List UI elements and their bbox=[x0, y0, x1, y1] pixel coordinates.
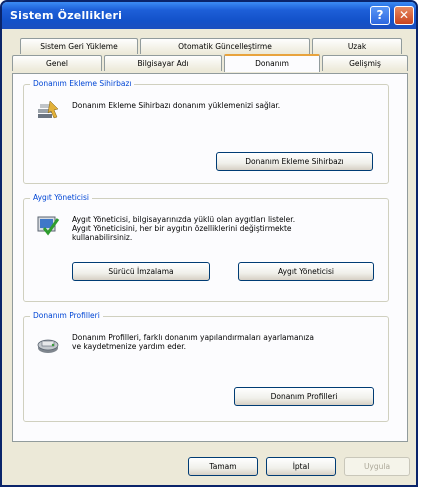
apply-button[interactable]: Uygula bbox=[344, 457, 410, 476]
tab-automatic-updates[interactable]: Otomatik Güncelleştirme bbox=[140, 38, 310, 54]
help-button[interactable]: ? bbox=[370, 6, 390, 25]
tab-hardware[interactable]: Donanım bbox=[224, 54, 320, 72]
tab-computer-name[interactable]: Bilgisayar Adı bbox=[104, 55, 222, 71]
hardware-wizard-group: Donanım Ekleme Sihirbazı Donanım Ekleme … bbox=[23, 79, 389, 184]
hardware-wizard-description: Donanım Ekleme Sihirbazı donanım yükleme… bbox=[72, 101, 281, 110]
device-manager-description-line-2: Aygıt Yöneticisini, her bir aygıtın özel… bbox=[72, 224, 292, 233]
tab-remote[interactable]: Uzak bbox=[312, 38, 402, 54]
device-manager-icon bbox=[37, 216, 60, 236]
hardware-profiles-group: Donanım Profilleri Donanım Profilleri, f… bbox=[23, 311, 389, 422]
ok-button[interactable]: Tamam bbox=[188, 457, 258, 476]
hardware-profiles-button[interactable]: Donanım Profilleri bbox=[234, 387, 374, 406]
device-manager-description-line-1: Aygıt Yöneticisi, bilgisayarınızda yüklü… bbox=[72, 215, 296, 224]
title-bar[interactable]: Sistem Özellikleri ? ✕ bbox=[2, 2, 416, 29]
tab-advanced[interactable]: Gelişmiş bbox=[322, 55, 408, 71]
close-button[interactable]: ✕ bbox=[394, 6, 414, 25]
hardware-profiles-description-line-2: ve kaydetmenize yardım eder. bbox=[72, 342, 186, 351]
group-label-hardware-profiles: Donanım Profilleri bbox=[30, 311, 103, 320]
window-title: Sistem Özellikleri bbox=[10, 9, 123, 22]
device-manager-group: Aygıt Yöneticisi Aygıt Yöneticisi, bilgi… bbox=[23, 193, 389, 302]
tab-general[interactable]: Genel bbox=[12, 55, 102, 71]
tab-panel-hardware: Donanım Ekleme Sihirbazı Donanım Ekleme … bbox=[12, 73, 408, 442]
hardware-wizard-icon bbox=[38, 100, 59, 119]
hardware-profiles-icon bbox=[37, 339, 59, 353]
cancel-button[interactable]: İptal bbox=[266, 457, 336, 476]
hardware-profiles-description-line-1: Donanım Profilleri, farklı donanım yapıl… bbox=[72, 333, 314, 342]
tab-system-restore[interactable]: Sistem Geri Yükleme bbox=[20, 38, 138, 54]
group-label-device-manager: Aygıt Yöneticisi bbox=[30, 193, 92, 202]
system-properties-window: Sistem Özellikleri ? ✕ Sistem Geri Yükle… bbox=[0, 0, 418, 487]
device-manager-button[interactable]: Aygıt Yöneticisi bbox=[238, 262, 374, 281]
add-hardware-wizard-button[interactable]: Donanım Ekleme Sihirbazı bbox=[216, 152, 373, 171]
driver-signing-button[interactable]: Sürücü İmzalama bbox=[72, 262, 210, 281]
group-label-hardware-wizard: Donanım Ekleme Sihirbazı bbox=[30, 79, 135, 88]
device-manager-description-line-3: kullanabilirsiniz. bbox=[72, 233, 133, 242]
